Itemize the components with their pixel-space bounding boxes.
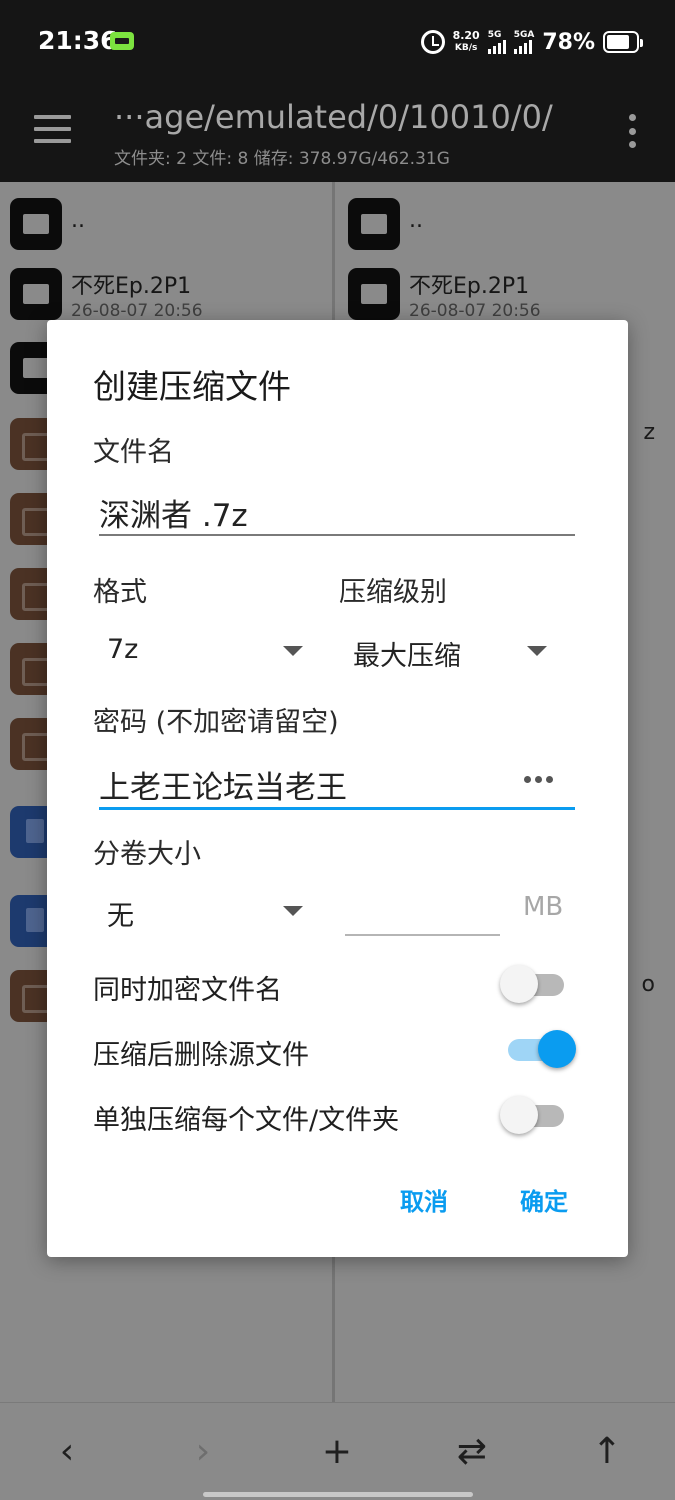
delete-source-toggle[interactable] xyxy=(500,1030,578,1070)
back-icon[interactable]: ‹ xyxy=(47,1431,87,1472)
format-dropdown[interactable]: 7z xyxy=(93,626,308,676)
network-2: 5GA xyxy=(513,30,535,54)
signal-icon xyxy=(513,40,535,54)
more-options-icon[interactable] xyxy=(629,114,637,148)
password-visibility-icon[interactable] xyxy=(524,776,553,783)
alarm-icon xyxy=(420,30,445,54)
bottom-toolbar: ‹ › + ⇄ ↑ xyxy=(0,1402,675,1500)
split-size-input[interactable] xyxy=(345,908,500,936)
split-size-dropdown[interactable]: 无 xyxy=(93,888,308,938)
battery-fill xyxy=(607,35,629,49)
file-name: .. xyxy=(71,208,85,233)
file-name: .. xyxy=(409,208,423,233)
folder-icon xyxy=(10,268,62,320)
menu-icon[interactable] xyxy=(34,115,71,143)
file-name: 不死Ep.2P1 xyxy=(409,274,530,299)
filename-label: 文件名 xyxy=(93,437,174,468)
up-directory-icon[interactable]: ↑ xyxy=(587,1431,627,1472)
home-indicator[interactable] xyxy=(203,1492,473,1497)
filename-input[interactable]: 深渊者 .7z xyxy=(99,488,575,536)
file-date: 26-08-07 20:56 xyxy=(409,301,541,321)
battery-icon xyxy=(603,31,643,53)
compression-level-dropdown[interactable]: 最大压缩 xyxy=(339,626,559,676)
network-1: 5G xyxy=(487,30,506,54)
forward-icon[interactable]: › xyxy=(183,1431,223,1472)
format-value: 7z xyxy=(107,634,139,665)
password-value: 上老王论坛当老王 xyxy=(99,770,347,806)
network-speed: 8.20 KB/s xyxy=(452,29,480,54)
split-size-unit: MB xyxy=(523,892,564,922)
app-notification-icon xyxy=(110,32,134,50)
list-item[interactable]: 不死Ep.2P1 26-08-07 20:56 xyxy=(10,268,330,322)
dialog-title: 创建压缩文件 xyxy=(93,367,291,406)
app-bar: ···age/emulated/0/10010/0/ 文件夹: 2 文件: 8 … xyxy=(0,84,675,182)
status-indicators: 8.20 KB/s 5G 5GA 78% xyxy=(420,24,643,60)
compression-level-label: 压缩级别 xyxy=(339,577,447,608)
status-bar: 21:36 8.20 KB/s 5G 5GA 78% xyxy=(0,0,675,84)
create-archive-dialog: 创建压缩文件 文件名 深渊者 .7z 格式 压缩级别 7z 最大压缩 密码 (不… xyxy=(47,320,628,1257)
password-label: 密码 (不加密请留空) xyxy=(93,707,339,738)
list-item[interactable]: .. xyxy=(10,198,330,252)
folder-icon xyxy=(10,198,62,250)
confirm-button[interactable]: 确定 xyxy=(520,1182,568,1217)
compress-separately-toggle[interactable] xyxy=(500,1096,578,1136)
file-date: 26-08-07 20:56 xyxy=(71,301,203,321)
list-item[interactable]: .. xyxy=(348,198,668,252)
file-name-fragment: z xyxy=(643,420,655,445)
cancel-button[interactable]: 取消 xyxy=(400,1182,448,1217)
compression-level-value: 最大压缩 xyxy=(353,641,461,672)
status-time: 21:36 xyxy=(38,26,118,55)
split-size-label: 分卷大小 xyxy=(93,839,201,870)
folder-icon xyxy=(348,198,400,250)
delete-source-label: 压缩后删除源文件 xyxy=(93,1040,309,1071)
password-input[interactable]: 上老王论坛当老王 xyxy=(99,758,575,810)
filename-value: 深渊者 .7z xyxy=(99,498,248,534)
list-item[interactable]: 不死Ep.2P1 26-08-07 20:56 xyxy=(348,268,668,322)
swap-panes-icon[interactable]: ⇄ xyxy=(452,1431,492,1472)
folder-icon xyxy=(348,268,400,320)
dropdown-arrow-icon xyxy=(283,646,303,656)
dropdown-arrow-icon xyxy=(283,906,303,916)
encrypt-filenames-label: 同时加密文件名 xyxy=(93,975,282,1006)
add-icon[interactable]: + xyxy=(317,1431,357,1472)
encrypt-filenames-toggle[interactable] xyxy=(500,965,578,1005)
file-name-fragment: o xyxy=(641,972,655,997)
storage-info: 文件夹: 2 文件: 8 储存: 378.97G/462.31G xyxy=(114,149,450,169)
file-name: 不死Ep.2P1 xyxy=(71,274,192,299)
split-size-value: 无 xyxy=(107,901,134,932)
battery-percent: 78% xyxy=(542,29,595,55)
current-path[interactable]: ···age/emulated/0/10010/0/ xyxy=(114,98,553,136)
dropdown-arrow-icon xyxy=(527,646,547,656)
compress-separately-label: 单独压缩每个文件/文件夹 xyxy=(93,1105,400,1136)
signal-icon xyxy=(487,40,506,54)
format-label: 格式 xyxy=(93,577,147,608)
